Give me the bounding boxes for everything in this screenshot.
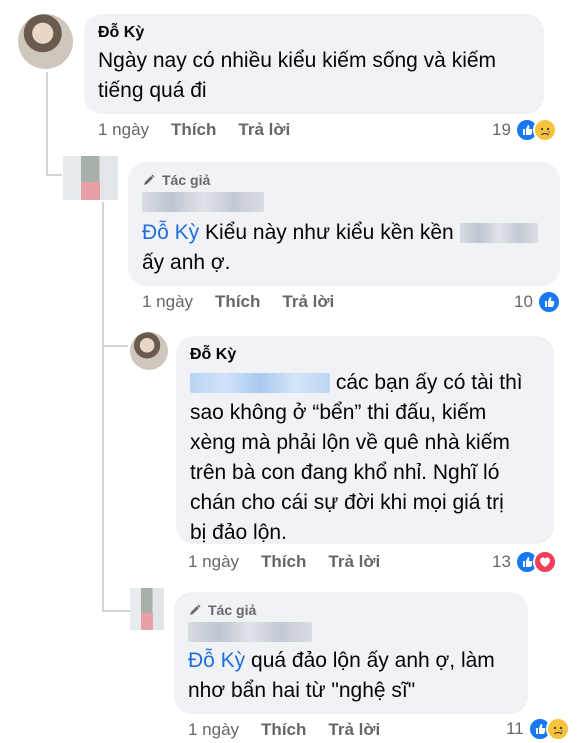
avatar[interactable]	[63, 156, 118, 200]
heart-icon	[532, 550, 557, 574]
comment-actions: 1 ngày Thích Trả lời	[98, 120, 312, 140]
author-badge: Tác giả	[142, 172, 546, 188]
like-button[interactable]: Thích	[261, 720, 306, 740]
reaction-summary[interactable]: 10	[514, 290, 561, 314]
comment-time[interactable]: 1 ngày	[142, 292, 193, 312]
thread-connector	[46, 174, 62, 176]
like-button[interactable]: Thích	[171, 120, 216, 140]
reply-button[interactable]: Trả lời	[328, 720, 380, 740]
author-badge-label: Tác giả	[162, 172, 211, 188]
reaction-summary[interactable]: 19	[492, 118, 557, 142]
comment-bubble: Tác giả Đỗ Kỳ quá đảo lộn ấy anh ợ, làm …	[174, 592, 528, 714]
comment-actions: 1 ngày Thích Trả lời	[188, 552, 402, 572]
comment-actions: 1 ngày Thích Trả lời	[188, 720, 402, 740]
avatar[interactable]	[18, 14, 73, 69]
reaction-count: 13	[492, 552, 511, 571]
comment-bubble: Tác giả Đỗ Kỳ Kiểu này như kiểu kền kền …	[128, 162, 560, 286]
thread-line	[46, 72, 48, 176]
mention-tag[interactable]: Đỗ Kỳ	[188, 649, 245, 672]
comment-text: Đỗ Kỳ quá đảo lộn ấy anh ợ, làm nhơ bẩn …	[188, 649, 495, 702]
like-button[interactable]: Thích	[261, 552, 306, 572]
redacted-text	[459, 223, 538, 244]
reaction-count: 10	[514, 292, 533, 311]
reaction-count: 19	[492, 120, 511, 139]
comment-text: Đỗ Kỳ Kiểu này như kiểu kền kền ấy anh ợ…	[142, 218, 546, 278]
comment-actions: 1 ngày Thích Trả lời	[142, 292, 356, 312]
avatar[interactable]	[130, 588, 164, 630]
mention-tag[interactable]: Đỗ Kỳ	[142, 221, 199, 244]
avatar[interactable]	[130, 332, 168, 370]
reply-button[interactable]: Trả lời	[282, 292, 334, 312]
comment-bubble: Đỗ Kỳ Ngày nay có nhiều kiểu kiếm sống v…	[84, 14, 544, 114]
comment-bubble: Đỗ Kỳ các bạn ấy có tài thì sao không ở …	[176, 336, 554, 544]
pen-icon	[144, 174, 155, 185]
comment-time[interactable]: 1 ngày	[188, 552, 239, 572]
comment-author[interactable]: Đỗ Kỳ	[190, 346, 540, 364]
like-icon	[536, 290, 561, 314]
reply-button[interactable]: Trả lời	[328, 552, 380, 572]
comment-time[interactable]: 1 ngày	[98, 120, 149, 140]
reaction-summary[interactable]: 11	[506, 717, 570, 741]
comment-text: Ngày nay có nhiều kiểu kiếm sống và kiếm…	[98, 49, 497, 102]
sad-icon	[545, 717, 570, 741]
reaction-count: 11	[506, 719, 524, 738]
redacted-author	[142, 192, 546, 214]
comment-time[interactable]: 1 ngày	[188, 720, 239, 740]
reaction-summary[interactable]: 13	[492, 550, 557, 574]
sad-icon	[532, 118, 557, 142]
thread-connector	[102, 610, 130, 612]
redacted-author	[188, 622, 514, 644]
comment-text: các bạn ấy có tài thì sao không ở “bển” …	[190, 371, 523, 544]
redacted-mention	[190, 373, 330, 394]
thread-line	[102, 202, 104, 612]
thread-connector	[102, 345, 128, 347]
pen-icon	[190, 604, 201, 615]
reply-button[interactable]: Trả lời	[238, 120, 290, 140]
like-button[interactable]: Thích	[215, 292, 260, 312]
comment-author[interactable]: Đỗ Kỳ	[98, 24, 530, 42]
author-badge-label: Tác giả	[208, 602, 257, 618]
author-badge: Tác giả	[188, 602, 514, 618]
